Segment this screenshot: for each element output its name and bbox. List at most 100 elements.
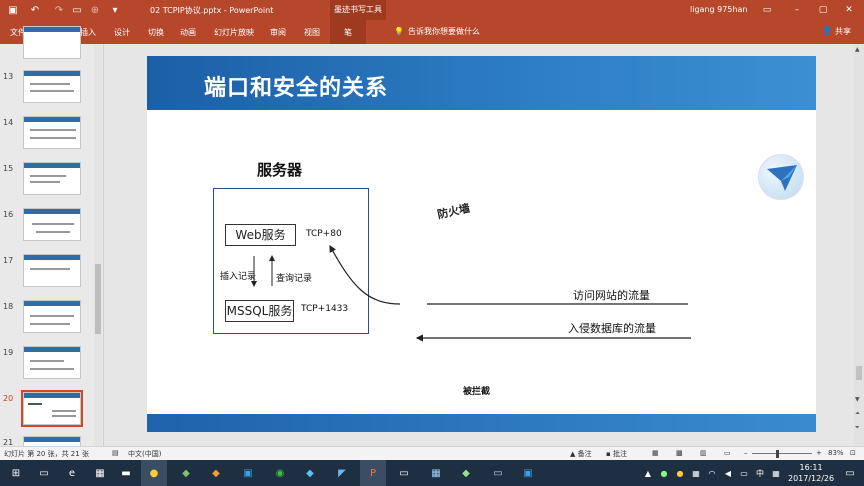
previous-slide-icon[interactable]: ⏶	[855, 410, 860, 418]
user-name[interactable]: ligang 975han	[690, 5, 747, 14]
powerpoint-taskbar-icon[interactable]: P	[365, 465, 381, 481]
ribbon-display-icon[interactable]: ▭	[756, 2, 778, 18]
minimize-icon[interactable]: –	[786, 2, 808, 18]
thumbnail-image	[23, 162, 81, 195]
scroll-down-icon[interactable]: ▼	[855, 396, 860, 403]
slideshow-icon[interactable]: ▭	[724, 449, 731, 457]
quick-access-more-icon[interactable]: ▾	[108, 3, 122, 17]
thumbnail-15[interactable]: 15	[0, 162, 94, 202]
app-blue-icon[interactable]: ▣	[240, 465, 256, 481]
tray-keyboard-icon[interactable]: ▦	[768, 465, 784, 481]
tab-slideshow[interactable]: 幻灯片放映	[214, 27, 254, 38]
thumbnail-image	[23, 70, 81, 103]
thumbnail-12-partial[interactable]	[0, 26, 94, 60]
tab-view[interactable]: 视图	[304, 27, 320, 38]
reading-view-icon[interactable]: ▥	[700, 449, 707, 457]
file-explorer-icon[interactable]: ▬	[118, 465, 134, 481]
thumbnail-17[interactable]: 17	[0, 254, 94, 294]
maximize-icon[interactable]: ▢	[812, 2, 834, 18]
redo-icon[interactable]: ↷	[52, 3, 66, 17]
from-beginning-icon[interactable]: ▭	[70, 3, 84, 17]
next-slide-icon[interactable]: ⏷	[855, 424, 860, 432]
system-clock[interactable]: 16:11 2017/12/26	[788, 462, 834, 484]
customize-qat-icon[interactable]: ⊕	[88, 3, 102, 17]
tray-network-icon[interactable]: ▦	[688, 465, 704, 481]
thumbnail-image	[23, 26, 81, 59]
tab-animations[interactable]: 动画	[180, 27, 196, 38]
windows-start-icon[interactable]: ⊞	[8, 465, 24, 481]
scrollbar-thumb[interactable]	[95, 264, 101, 334]
app-monitor-icon[interactable]: ▣	[520, 465, 536, 481]
close-icon[interactable]: ✕	[838, 2, 860, 18]
zoom-out-icon[interactable]: –	[744, 449, 748, 457]
notes-button[interactable]: ▲ 备注	[570, 449, 592, 459]
current-slide[interactable]: 端口和安全的关系 服务器 Web服务 MSSQL服务 插入记录 查询记录 TCP…	[147, 56, 816, 432]
document-title: 02 TCPIP协议.pptx - PowerPoint	[150, 6, 274, 15]
thumbnails-scrollbar[interactable]	[94, 44, 102, 446]
tab-review[interactable]: 审阅	[270, 27, 286, 38]
save-icon[interactable]: ▣	[6, 3, 20, 17]
app-leaf-icon[interactable]: ◆	[458, 465, 474, 481]
tray-monitor-icon[interactable]: ▭	[736, 465, 752, 481]
tab-insert[interactable]: 插入	[80, 27, 96, 38]
task-view-icon[interactable]: ▭	[36, 465, 52, 481]
language-indicator[interactable]: 中文(中国)	[128, 449, 161, 459]
tray-volume-icon[interactable]: ◀	[720, 465, 736, 481]
scroll-up-icon[interactable]: ▲	[855, 46, 860, 53]
slide-editing-canvas: 端口和安全的关系 服务器 Web服务 MSSQL服务 插入记录 查询记录 TCP…	[104, 44, 854, 446]
notification-icon[interactable]: ▭	[842, 465, 858, 481]
app-orange-icon[interactable]: ◆	[208, 465, 224, 481]
tell-me-box[interactable]: 💡 告诉我你想要做什么	[394, 26, 480, 37]
thumbnail-19[interactable]: 19	[0, 346, 94, 386]
slide-sorter-icon[interactable]: ▩	[676, 449, 683, 457]
tab-pen[interactable]: 笔	[330, 20, 366, 44]
tray-wifi-icon[interactable]: ◠	[704, 465, 720, 481]
app-bird-icon[interactable]: ◤	[334, 465, 350, 481]
thumbnail-image	[23, 346, 81, 379]
tab-design[interactable]: 设计	[114, 27, 130, 38]
share-label: 共享	[834, 27, 851, 36]
clock-time: 16:11	[799, 463, 823, 472]
share-button[interactable]: 👤 共享	[822, 26, 851, 37]
slide-scrollbar[interactable]: ▲ ▼ ⏶ ⏷	[854, 44, 864, 446]
slide-number: 15	[3, 164, 14, 173]
zoom-level[interactable]: 83%	[828, 449, 844, 457]
lightbulb-icon: 💡	[394, 27, 404, 36]
thumbnail-20[interactable]: 20	[0, 390, 94, 432]
app-cloud-icon[interactable]: ◆	[302, 465, 318, 481]
app-grid-icon[interactable]: ▦	[428, 465, 444, 481]
comments-button[interactable]: ▪ 批注	[606, 449, 627, 459]
app-360-icon[interactable]: ◉	[272, 465, 288, 481]
thumbnail-14[interactable]: 14	[0, 116, 94, 156]
app-green-icon[interactable]: ◆	[178, 465, 194, 481]
slide-number: 20	[3, 394, 14, 403]
scrollbar-thumb[interactable]	[856, 366, 862, 380]
normal-view-icon[interactable]: ▦	[652, 449, 659, 457]
contextual-tool-label: 墨迹书写工具	[330, 0, 386, 20]
comments-label: 批注	[612, 450, 627, 458]
thumbnail-16[interactable]: 16	[0, 208, 94, 248]
zoom-slider-thumb[interactable]	[776, 450, 779, 458]
app-gray-icon[interactable]: ▭	[490, 465, 506, 481]
terminal-icon[interactable]: ▭	[396, 465, 412, 481]
zoom-slider[interactable]	[752, 453, 812, 454]
thumbnail-21-partial[interactable]: 21	[0, 436, 94, 469]
thumbnail-18[interactable]: 18	[0, 300, 94, 340]
store-icon[interactable]: ▦	[92, 465, 108, 481]
tab-transitions[interactable]: 切换	[148, 27, 164, 38]
spell-check-icon[interactable]: ▤	[112, 449, 119, 457]
tray-app-icon[interactable]: ●	[672, 465, 688, 481]
thumbnail-13[interactable]: 13	[0, 70, 94, 110]
tray-input-icon[interactable]: 中	[752, 465, 768, 481]
tray-security-icon[interactable]: ●	[656, 465, 672, 481]
thumbnail-image	[23, 254, 81, 287]
fit-slide-icon[interactable]: ⊡	[850, 449, 856, 457]
undo-icon[interactable]: ↶	[28, 3, 42, 17]
slide-number: 13	[3, 72, 14, 81]
tray-up-icon[interactable]: ▲	[640, 465, 656, 481]
qq-icon[interactable]: ●	[146, 465, 162, 481]
edge-icon[interactable]: e	[64, 465, 80, 481]
slide-counter: 幻灯片 第 20 张，共 21 张	[4, 450, 89, 458]
zoom-in-icon[interactable]: +	[816, 449, 822, 457]
notes-label: 备注	[577, 450, 592, 458]
